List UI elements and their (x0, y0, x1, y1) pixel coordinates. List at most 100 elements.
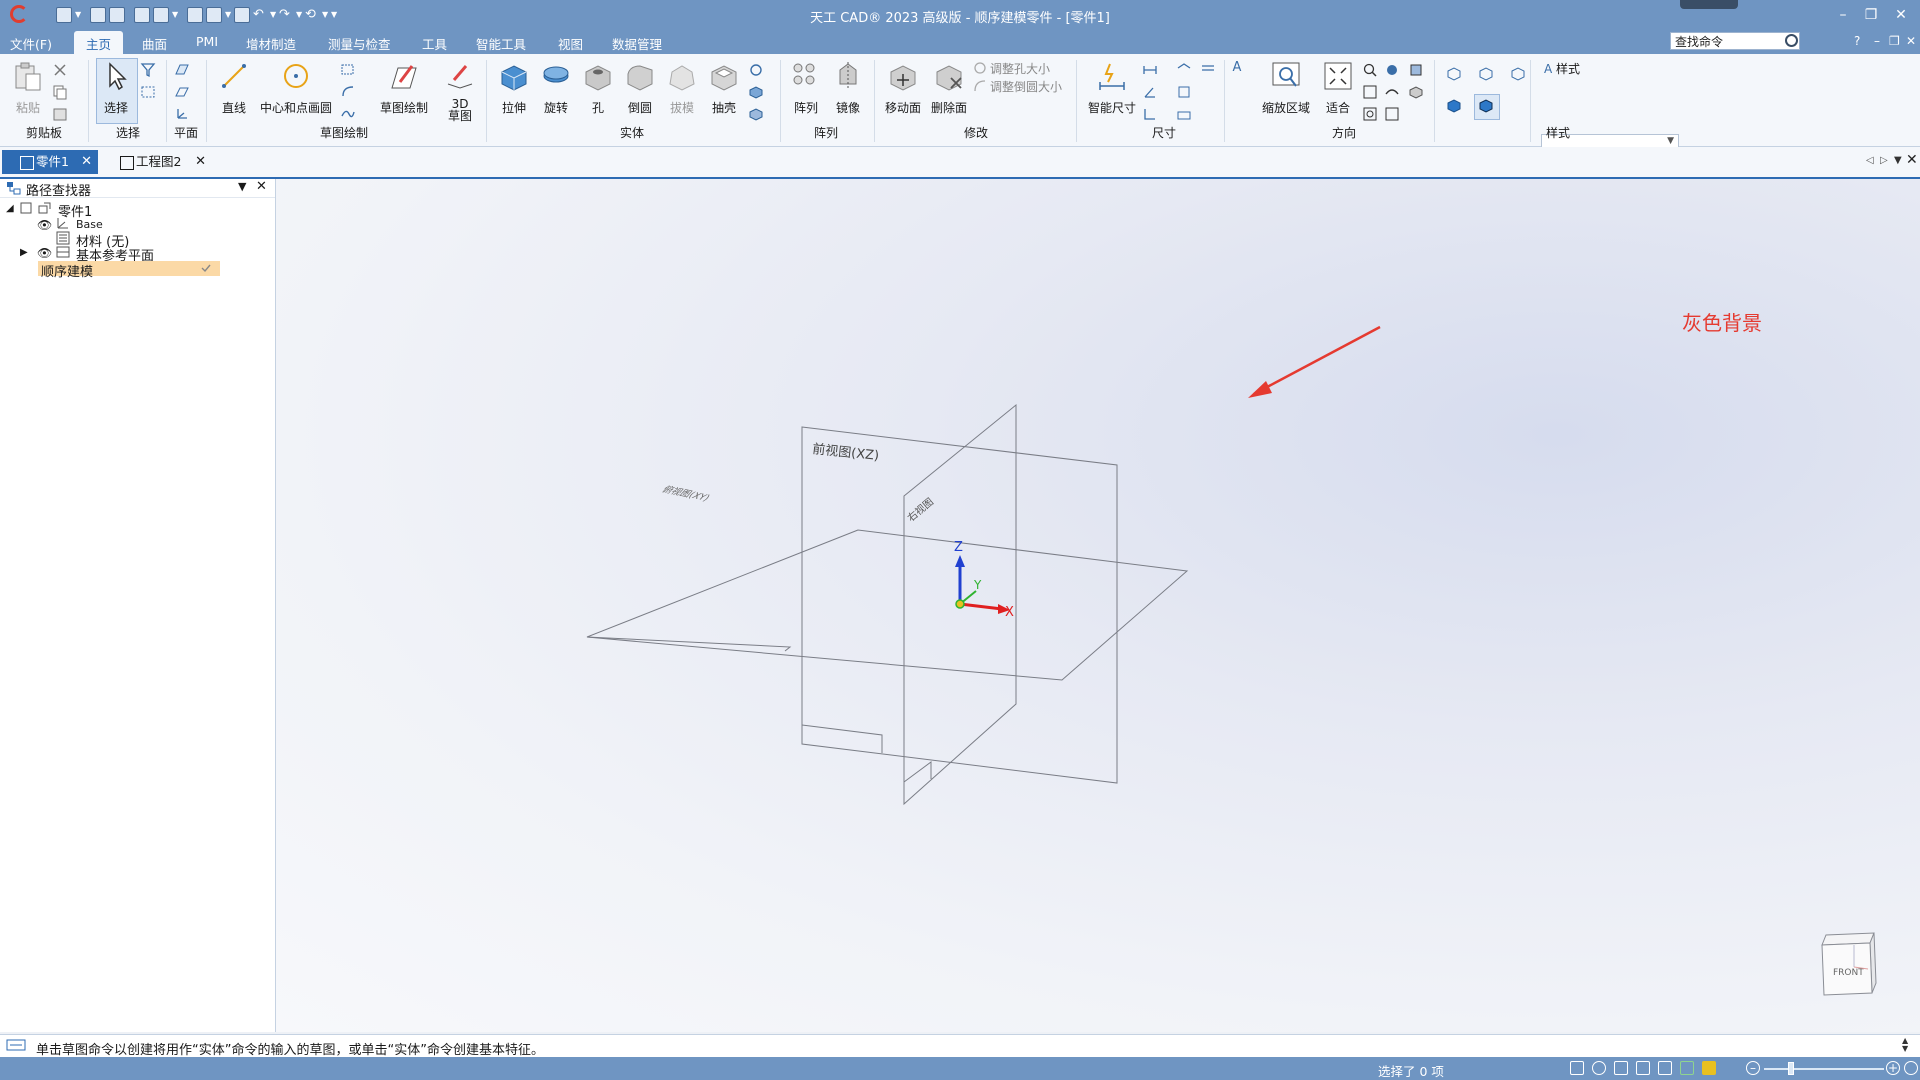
minimize-button[interactable]: – (1832, 6, 1854, 24)
coordinate-dim-icon[interactable] (1142, 106, 1158, 122)
cut-icon[interactable] (52, 62, 68, 78)
shell-button[interactable]: 抽壳 (704, 60, 744, 116)
prompt-scroll-icon[interactable]: ▲ ▼ (1902, 1037, 1908, 1053)
tab-list-icon[interactable]: ▼ (1894, 155, 1902, 166)
doc-close-button[interactable]: ✕ (1906, 34, 1916, 48)
copy-icon[interactable] (52, 84, 68, 100)
tree-item-base[interactable]: Base (76, 218, 103, 231)
named-views-icon[interactable] (1408, 62, 1424, 78)
chamfer-dim-icon[interactable] (1176, 84, 1192, 100)
coincident-plane-icon[interactable] (174, 62, 190, 78)
auto-dim-icon[interactable] (1176, 106, 1192, 122)
view-status-icon[interactable] (1680, 1061, 1694, 1075)
move-face-button[interactable]: 移动面 (880, 60, 926, 116)
angle-icon[interactable] (1142, 84, 1158, 100)
rotate-icon[interactable] (1362, 106, 1378, 122)
visibility-eye-icon[interactable]: 👁 (37, 246, 52, 260)
restore-button[interactable]: ❐ (1860, 6, 1882, 24)
collapse-icon[interactable]: ◢ (6, 203, 14, 214)
view-cube[interactable]: FRONT (1821, 932, 1877, 996)
view-options-icon[interactable] (1904, 1061, 1918, 1075)
panel-menu-icon[interactable]: ▼ (238, 180, 246, 193)
doc-minimize-button[interactable]: – (1874, 34, 1880, 48)
rotate-status-icon[interactable] (1658, 1061, 1672, 1075)
symmetric-dim-icon[interactable] (1176, 62, 1192, 78)
zoom-area-status-icon[interactable] (1570, 1061, 1584, 1075)
resize-round-icon[interactable] (972, 78, 988, 94)
dim-style-icon[interactable] (1200, 62, 1216, 78)
sketch-draw-button[interactable]: 草图绘制 (376, 60, 432, 116)
smart-dimension-button[interactable]: 智能尺寸 (1082, 60, 1142, 116)
tab-data-management[interactable]: 数据管理 (612, 34, 662, 53)
distance-icon[interactable] (1142, 62, 1158, 78)
view-orient-icon[interactable] (1384, 62, 1400, 78)
zoom-in-icon[interactable]: + (1886, 1061, 1900, 1075)
expand-icon[interactable]: ▶ (20, 247, 28, 258)
angled-plane-icon[interactable] (174, 84, 190, 100)
round-button[interactable]: 倒圆 (620, 60, 660, 116)
sketch-3d-button[interactable]: 3D 草图 (442, 60, 478, 122)
dimetric-view-icon[interactable] (1478, 66, 1494, 82)
resize-hole-icon[interactable] (972, 60, 988, 76)
zoom-slider-thumb[interactable] (1788, 1062, 1794, 1075)
zoom-status-icon[interactable] (1592, 1061, 1606, 1075)
hole-button[interactable]: 孔 (580, 60, 616, 116)
tab-additive[interactable]: 增材制造 (246, 34, 296, 53)
delete-face-button[interactable]: 删除面 (926, 60, 972, 116)
shaded-edges-icon[interactable] (1478, 98, 1494, 114)
boolean-icon[interactable] (748, 106, 764, 122)
fit-button[interactable]: 适合 (1318, 60, 1358, 116)
tab-surface[interactable]: 曲面 (142, 34, 167, 53)
pan-icon[interactable] (1362, 84, 1378, 100)
draft-button[interactable]: 拔模 (662, 60, 702, 116)
previous-view-icon[interactable] (1384, 106, 1400, 122)
resize-hole-button[interactable]: 调整孔大小 (990, 60, 1050, 77)
tab-scroll-right-icon[interactable]: ▷ (1880, 155, 1888, 166)
extrude-button[interactable]: 拉伸 (494, 60, 534, 116)
close-icon[interactable]: ✕ (195, 150, 206, 174)
arc-icon[interactable] (340, 84, 356, 100)
tab-drawing2[interactable]: 工程图2 ✕ (102, 150, 212, 174)
top-plane[interactable] (586, 529, 1189, 681)
zoom-area-button[interactable]: 缩放区域 (1258, 60, 1314, 116)
pattern-button[interactable]: 阵列 (786, 60, 826, 116)
tab-measure[interactable]: 测量与检查 (328, 34, 391, 53)
graphics-viewport[interactable]: 灰色背景 前视图(XZ) 右视图 俯视图(XY) Z Y X FRONT (276, 179, 1920, 1032)
sketch-view-icon[interactable] (1384, 84, 1400, 100)
mirror-button[interactable]: 镜像 (828, 60, 868, 116)
select-box-icon[interactable] (140, 84, 156, 100)
search-icon[interactable] (1785, 34, 1798, 47)
resize-round-button[interactable]: 调整倒圆大小 (990, 78, 1062, 95)
tree-item-sequential-modeling[interactable]: 顺序建模 (41, 261, 93, 280)
tab-pmi[interactable]: PMI (196, 34, 218, 49)
tab-tools[interactable]: 工具 (422, 34, 447, 53)
pan-status-icon[interactable] (1636, 1061, 1650, 1075)
thread-icon[interactable] (748, 62, 764, 78)
doc-restore-button[interactable]: ❐ (1889, 34, 1900, 48)
paste-special-icon[interactable] (52, 106, 68, 122)
rib-icon[interactable] (748, 84, 764, 100)
curve-icon[interactable] (340, 106, 356, 122)
fit-status-icon[interactable] (1614, 1061, 1628, 1075)
select-button[interactable]: 选择 (98, 60, 134, 116)
rectangle-icon[interactable] (340, 62, 356, 78)
panel-close-icon[interactable]: ✕ (256, 179, 267, 194)
visibility-eye-icon[interactable]: 👁 (37, 218, 52, 232)
line-button[interactable]: 直线 (214, 60, 254, 116)
tab-view[interactable]: 视图 (558, 34, 583, 53)
coordinate-system-icon[interactable] (174, 106, 190, 122)
shaded-icon[interactable] (1446, 98, 1462, 114)
filter-icon[interactable] (140, 62, 156, 78)
zoom-slider[interactable] (1764, 1068, 1884, 1070)
close-all-icon[interactable]: ✕ (1906, 152, 1918, 168)
spin-icon[interactable] (1408, 84, 1424, 100)
tab-scroll-left-icon[interactable]: ◁ (1866, 155, 1874, 166)
text-style-icon[interactable]: A (1228, 60, 1246, 75)
center-point-circle-button[interactable]: 中心和点画圆 (256, 60, 336, 116)
zoom-icon[interactable] (1362, 62, 1378, 78)
command-search-input[interactable] (1670, 32, 1800, 50)
close-button[interactable]: ✕ (1890, 6, 1912, 24)
zoom-out-icon[interactable]: – (1746, 1061, 1760, 1075)
trimetric-view-icon[interactable] (1510, 66, 1526, 82)
tab-part1[interactable]: 零件1 ✕ (2, 150, 98, 174)
